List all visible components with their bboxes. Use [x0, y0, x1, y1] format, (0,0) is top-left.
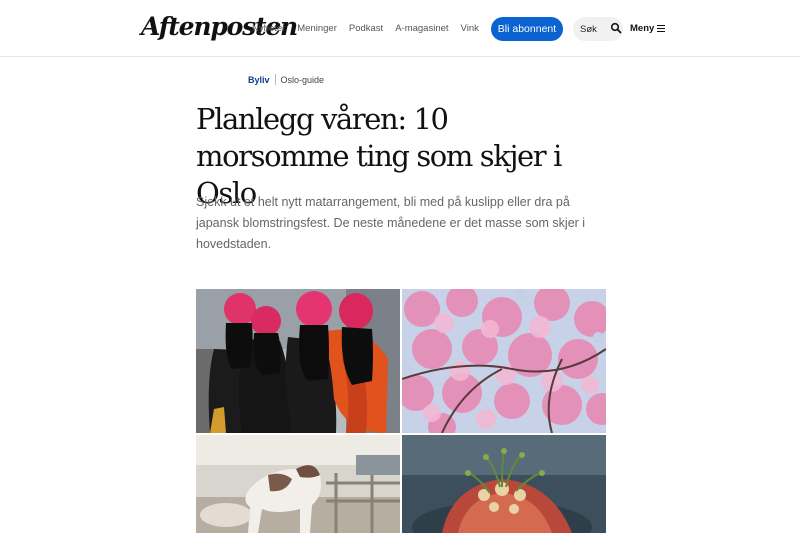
- women-red-turbans-photo: [196, 289, 400, 433]
- nav-item-vink[interactable]: Vink: [461, 23, 479, 34]
- nav-item-podkast[interactable]: Podkast: [349, 23, 383, 34]
- menu-button[interactable]: Meny: [630, 23, 666, 34]
- article-lead: Sjekk ut et helt nytt matarrangement, bl…: [196, 195, 586, 251]
- cherry-blossom-photo: [402, 289, 606, 433]
- site-header: Aftenposten Nyheter Meninger Podkast A-m…: [0, 0, 800, 57]
- article-image-grid: [196, 289, 606, 533]
- food-dish-photo: [402, 435, 606, 533]
- nav-item-a-magasinet[interactable]: A-magasinet: [395, 23, 448, 34]
- main-nav: Nyheter Meninger Podkast A-magasinet Vin…: [252, 23, 491, 34]
- breadcrumb-subsection[interactable]: Oslo-guide: [281, 75, 325, 85]
- breadcrumb-divider: [274, 74, 276, 85]
- breadcrumb: Byliv Oslo-guide: [248, 74, 324, 85]
- search-icon[interactable]: [610, 22, 622, 34]
- cow-release-photo: [196, 435, 400, 533]
- nav-item-nyheter[interactable]: Nyheter: [252, 23, 285, 34]
- search-label: Søk: [580, 23, 597, 35]
- nav-item-meninger[interactable]: Meninger: [297, 23, 337, 34]
- menu-label: Meny: [630, 23, 655, 34]
- subscribe-button[interactable]: Bli abonnent: [491, 17, 563, 41]
- breadcrumb-section[interactable]: Byliv: [248, 75, 270, 85]
- hamburger-icon: [657, 25, 666, 32]
